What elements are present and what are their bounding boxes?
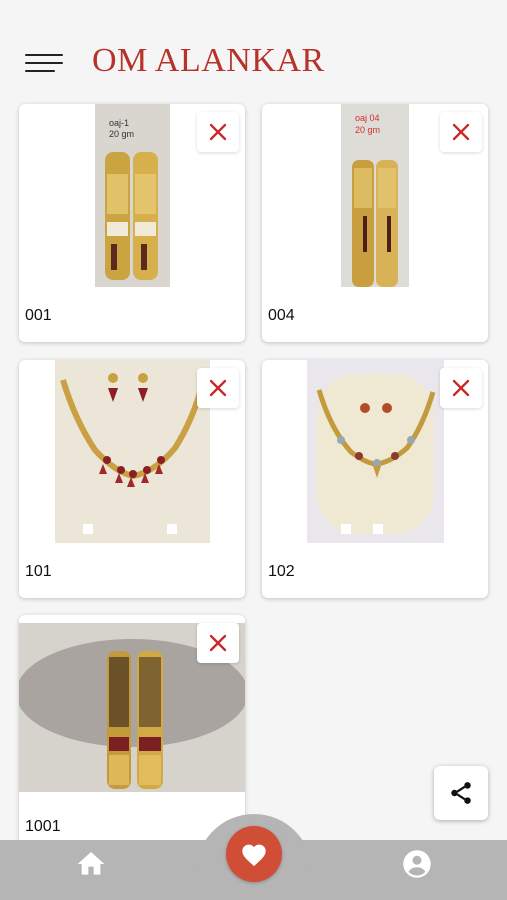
heart-icon: [242, 844, 266, 867]
photo-tag: 20 gm: [355, 125, 381, 135]
app-title: OM ALANKAR: [92, 42, 325, 79]
close-icon: [209, 634, 227, 652]
favorite-card[interactable]: 101: [19, 360, 245, 598]
close-icon: [452, 379, 470, 397]
close-icon: [209, 123, 227, 141]
app-header: OM ALANKAR: [0, 26, 507, 100]
product-image: [55, 360, 210, 543]
favorite-label: 001: [25, 307, 52, 324]
product-image: oaj 04 20 gm: [341, 104, 409, 287]
account-circle-icon[interactable]: [402, 849, 432, 879]
favorite-label: 102: [268, 563, 295, 580]
remove-favorite-button[interactable]: [440, 112, 482, 152]
home-icon[interactable]: [74, 848, 108, 880]
share-button[interactable]: [434, 766, 488, 820]
close-icon: [209, 379, 227, 397]
photo-tag: oaj 04: [355, 113, 380, 123]
favorite-label: 101: [25, 563, 52, 580]
product-image: oaj-1 20 gm: [95, 104, 170, 287]
remove-favorite-button[interactable]: [197, 112, 239, 152]
hamburger-menu-icon[interactable]: [25, 54, 63, 74]
favorite-card[interactable]: oaj 04 20 gm 004: [262, 104, 488, 342]
favorite-label: 1001: [25, 818, 61, 835]
remove-favorite-button[interactable]: [197, 368, 239, 408]
remove-favorite-button[interactable]: [440, 368, 482, 408]
photo-tag: 20 gm: [109, 129, 135, 139]
favorite-card[interactable]: 1001: [19, 615, 245, 853]
favorite-label: 004: [268, 307, 295, 324]
close-icon: [452, 123, 470, 141]
photo-tag: oaj-1: [109, 118, 130, 128]
favorite-card[interactable]: oaj-1 20 gm 001: [19, 104, 245, 342]
remove-favorite-button[interactable]: [197, 623, 239, 663]
status-bar: [0, 0, 507, 26]
share-icon: [451, 782, 471, 804]
favorite-card[interactable]: 102: [262, 360, 488, 598]
product-image: [307, 360, 444, 543]
favorites-tab-button[interactable]: [226, 826, 282, 882]
